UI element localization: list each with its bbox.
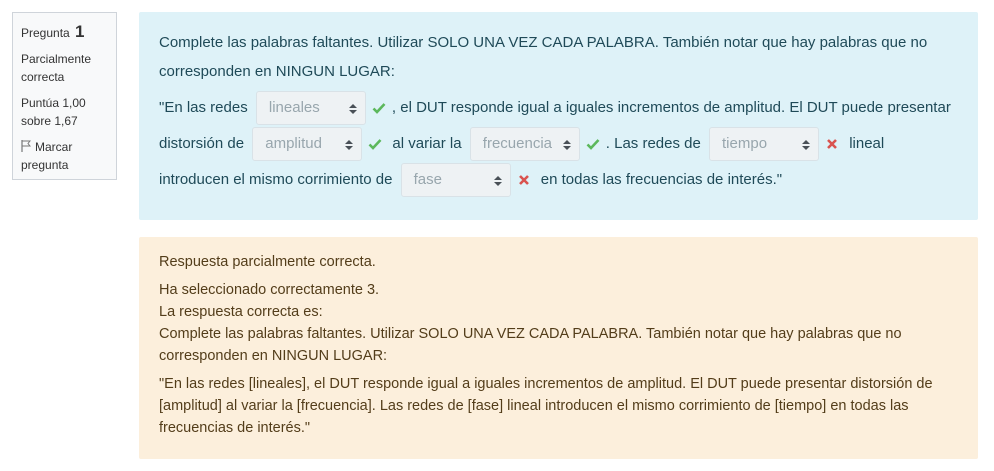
flag-icon [21, 140, 31, 152]
updown-icon [345, 128, 354, 160]
question-state: Parcialmente correcta [21, 52, 92, 84]
updown-icon [562, 128, 571, 160]
select-value: frecuencia [482, 135, 552, 153]
updown-icon [802, 128, 811, 160]
correct-icon [584, 138, 602, 150]
answer-select-2[interactable]: amplitud [252, 127, 363, 162]
incorrect-icon [515, 174, 533, 186]
answer-select-5[interactable]: fase [400, 163, 511, 198]
answer-select-4[interactable]: tiempo [709, 127, 820, 162]
select-value: fase [413, 171, 442, 189]
right-answer-prompt: Complete las palabras faltantes. Utiliza… [159, 326, 902, 364]
answer-select-1[interactable]: lineales [255, 91, 366, 126]
text-segment: en todas las frecuencias de interés." [540, 171, 783, 188]
flag-question-link[interactable]: Marcar pregunta [21, 138, 108, 174]
answer-select-3[interactable]: frecuencia [469, 127, 580, 162]
num-correct-feedback: Ha seleccionado correctamente 3. [159, 282, 380, 298]
cloze-text: "En las redes lineales, el DUT responde … [159, 90, 958, 198]
right-answer-intro: La respuesta correcta es: [159, 304, 323, 320]
overall-feedback: Respuesta parcialmente correcta. [159, 254, 376, 270]
select-value: tiempo [722, 135, 768, 153]
updown-icon [348, 92, 357, 124]
text-segment: al variar la [392, 135, 462, 152]
question-number-prefix: Pregunta [21, 26, 70, 40]
question-feedback: Respuesta parcialmente correcta. Ha sele… [139, 237, 978, 459]
question-number-value: 1 [75, 22, 85, 41]
incorrect-icon [823, 138, 841, 150]
question-info-panel: Pregunta 1 Parcialmente correcta Puntúa … [12, 12, 117, 180]
text-segment: "En las redes [159, 99, 248, 116]
question-number: Pregunta 1 [21, 23, 108, 42]
text-segment: . Las redes de [605, 135, 701, 152]
select-value: amplitud [265, 135, 322, 153]
select-value: lineales [268, 99, 320, 117]
correct-icon [370, 102, 388, 114]
right-answer-text: "En las redes [lineales], el DUT respond… [159, 376, 933, 436]
question-formulation: Complete las palabras faltantes. Utiliza… [139, 12, 978, 220]
updown-icon [493, 164, 502, 196]
question-prompt: Complete las palabras faltantes. Utiliza… [159, 34, 928, 80]
question-grade: Puntúa 1,00 sobre 1,67 [21, 96, 86, 128]
correct-icon [366, 138, 384, 150]
